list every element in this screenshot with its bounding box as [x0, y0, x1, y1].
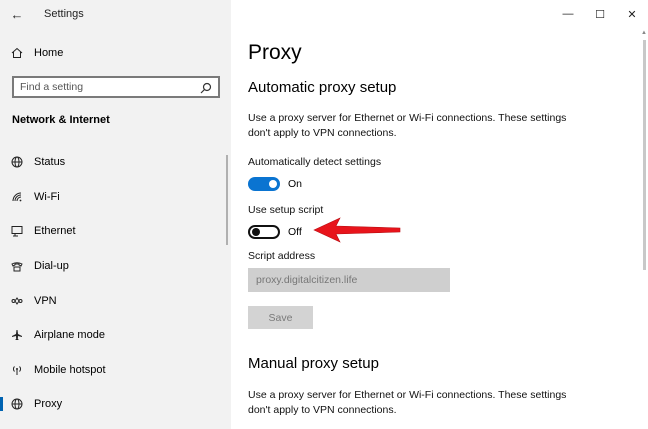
- scroll-up-icon[interactable]: ▲: [641, 30, 647, 36]
- close-button[interactable]: ✕: [616, 0, 648, 28]
- manual-proxy-description: Use a proxy server for Ethernet or Wi-Fi…: [248, 389, 567, 416]
- search-box[interactable]: [12, 76, 220, 98]
- page-title: Proxy: [248, 41, 302, 64]
- app-title: Settings: [44, 8, 84, 20]
- home-icon: [0, 47, 34, 59]
- toggle-knob: [269, 180, 277, 188]
- dialup-icon: [0, 260, 34, 272]
- ethernet-icon: [0, 225, 34, 237]
- minimize-button[interactable]: —: [552, 0, 584, 28]
- detect-settings-state: On: [288, 178, 303, 190]
- proxy-globe-icon: [0, 398, 34, 410]
- back-arrow-icon: ←: [10, 6, 24, 22]
- sidebar: ← Settings Home Network & Internet Statu…: [0, 0, 231, 429]
- sidebar-scrollbar[interactable]: [226, 155, 228, 245]
- sidebar-item-label: Mobile hotspot: [34, 363, 106, 376]
- setup-script-label: Use setup script: [248, 204, 324, 216]
- auto-proxy-heading: Automatic proxy setup: [248, 79, 397, 96]
- search-input[interactable]: [20, 81, 190, 93]
- setup-script-state: Off: [288, 226, 302, 238]
- minimize-icon: —: [562, 8, 574, 20]
- home-label: Home: [34, 47, 64, 59]
- window-controls: — ☐ ✕: [552, 0, 648, 28]
- save-button[interactable]: Save: [248, 306, 313, 329]
- sidebar-item-label: VPN: [34, 294, 57, 307]
- sidebar-nav: Status Wi-Fi Ethernet Dial-up VPN Airpla…: [0, 145, 231, 422]
- sidebar-item-mobile-hotspot[interactable]: Mobile hotspot: [0, 353, 231, 388]
- toggle-knob: [252, 228, 260, 236]
- status-globe-icon: [0, 156, 34, 168]
- sidebar-item-wifi[interactable]: Wi-Fi: [0, 180, 231, 215]
- detect-settings-label: Automatically detect settings: [248, 156, 382, 168]
- maximize-button[interactable]: ☐: [584, 0, 616, 28]
- close-icon: ✕: [627, 8, 637, 21]
- main-content: — ☐ ✕ Proxy Automatic proxy setup Use a …: [231, 0, 648, 429]
- script-address-label: Script address: [248, 250, 316, 262]
- sidebar-item-home[interactable]: Home: [0, 42, 231, 64]
- manual-proxy-heading: Manual proxy setup: [248, 355, 379, 372]
- wifi-icon: [0, 191, 34, 203]
- sidebar-item-label: Airplane mode: [34, 329, 105, 342]
- sidebar-item-proxy[interactable]: Proxy: [0, 387, 231, 422]
- sidebar-item-label: Status: [34, 156, 66, 169]
- script-address-input[interactable]: [248, 268, 450, 292]
- sidebar-item-label: Wi-Fi: [34, 190, 60, 203]
- sidebar-item-dialup[interactable]: Dial-up: [0, 249, 231, 284]
- setup-script-toggle[interactable]: [248, 225, 280, 239]
- auto-proxy-description: Use a proxy server for Ethernet or Wi-Fi…: [248, 112, 567, 139]
- main-scrollbar[interactable]: [643, 40, 646, 270]
- sidebar-item-ethernet[interactable]: Ethernet: [0, 214, 231, 249]
- detect-settings-toggle[interactable]: [248, 177, 280, 191]
- annotation-arrow-icon: [310, 216, 402, 249]
- section-heading: Network & Internet: [12, 114, 110, 126]
- back-button[interactable]: ←: [0, 0, 34, 28]
- airplane-icon: [0, 329, 34, 341]
- hotspot-icon: [0, 364, 34, 376]
- titlebar-left: ← Settings: [0, 0, 231, 28]
- maximize-icon: ☐: [595, 8, 605, 21]
- vpn-icon: [0, 295, 34, 307]
- sidebar-item-label: Proxy: [34, 398, 63, 411]
- sidebar-item-label: Ethernet: [34, 225, 76, 238]
- sidebar-item-status[interactable]: Status: [0, 145, 231, 180]
- sidebar-item-label: Dial-up: [34, 260, 69, 273]
- sidebar-item-vpn[interactable]: VPN: [0, 283, 231, 318]
- sidebar-item-airplane-mode[interactable]: Airplane mode: [0, 318, 231, 353]
- search-icon[interactable]: [200, 81, 212, 99]
